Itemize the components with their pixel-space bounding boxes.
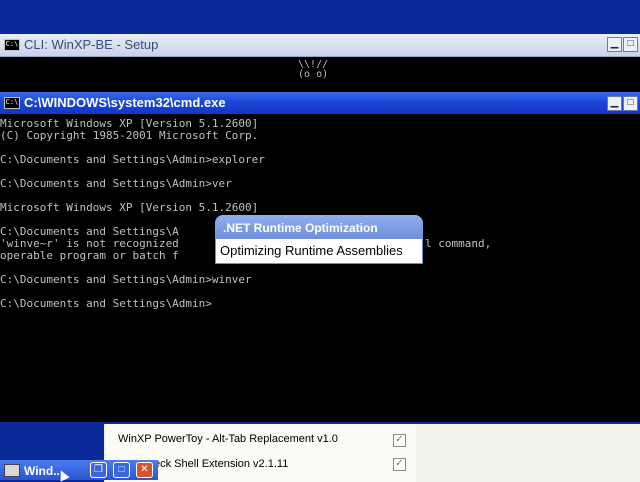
minimized-window-bar[interactable]: Wind... ❐ □ ✕ xyxy=(0,460,158,480)
setup-window-title: CLI: WinXP-BE - Setup xyxy=(24,37,159,52)
console-line-tail: l command, xyxy=(425,237,492,250)
console-line: C:\Documents and Settings\Admin>ver xyxy=(0,177,232,190)
popup-title: .NET Runtime Optimization xyxy=(215,215,423,239)
cmd-titlebar[interactable]: C:\ C:\WINDOWS\system32\cmd.exe ▁ □ xyxy=(0,92,640,114)
popup-message: Optimizing Runtime Assemblies xyxy=(220,243,403,258)
setup-window: C:\ CLI: WinXP-BE - Setup ▁ □ \\!// (o o… xyxy=(0,34,640,94)
console-icon: C:\ xyxy=(4,39,20,51)
maximize-button[interactable]: □ xyxy=(623,96,638,111)
checkbox[interactable]: ✓ xyxy=(393,434,406,447)
console-line: operable program or batch f xyxy=(0,249,179,262)
list-item[interactable]: WinXP PowerToy - Alt-Tab Replacement v1.… xyxy=(118,433,338,445)
console-line: Microsoft Windows XP [Version 5.1.2600] xyxy=(0,201,259,214)
close-button[interactable]: ✕ xyxy=(136,462,153,478)
maximize-button[interactable]: □ xyxy=(113,462,130,478)
console-output[interactable]: Microsoft Windows XP [Version 5.1.2600] … xyxy=(0,118,640,418)
console-line: (C) Copyright 1985-2001 Microsoft Corp. xyxy=(0,129,259,142)
console-line: C:\Documents and Settings\Admin>explorer xyxy=(0,153,265,166)
setup-titlebar[interactable]: C:\ CLI: WinXP-BE - Setup ▁ □ xyxy=(0,34,640,57)
console-line: C:\Documents and Settings\Admin>winver xyxy=(0,273,252,286)
console-icon: C:\ xyxy=(4,97,20,109)
desktop-background xyxy=(0,0,640,34)
window-icon xyxy=(4,464,20,477)
cmd-window-title: C:\WINDOWS\system32\cmd.exe xyxy=(24,95,226,110)
net-optimization-popup[interactable]: .NET Runtime Optimization Optimizing Run… xyxy=(215,215,423,265)
console-prompt: C:\Documents and Settings\Admin> xyxy=(0,297,212,310)
setup-ascii-art: \\!// (o o) xyxy=(292,59,329,80)
minimize-button[interactable]: ▁ xyxy=(607,96,622,111)
maximize-button[interactable]: □ xyxy=(623,37,638,52)
minimize-button[interactable]: ▁ xyxy=(607,37,622,52)
checkbox[interactable]: ✓ xyxy=(393,458,406,471)
list-item[interactable]: eck Shell Extension v2.1.11 xyxy=(154,458,288,470)
restore-button[interactable]: ❐ xyxy=(90,462,107,478)
popup-body: Optimizing Runtime Assemblies xyxy=(215,239,423,264)
